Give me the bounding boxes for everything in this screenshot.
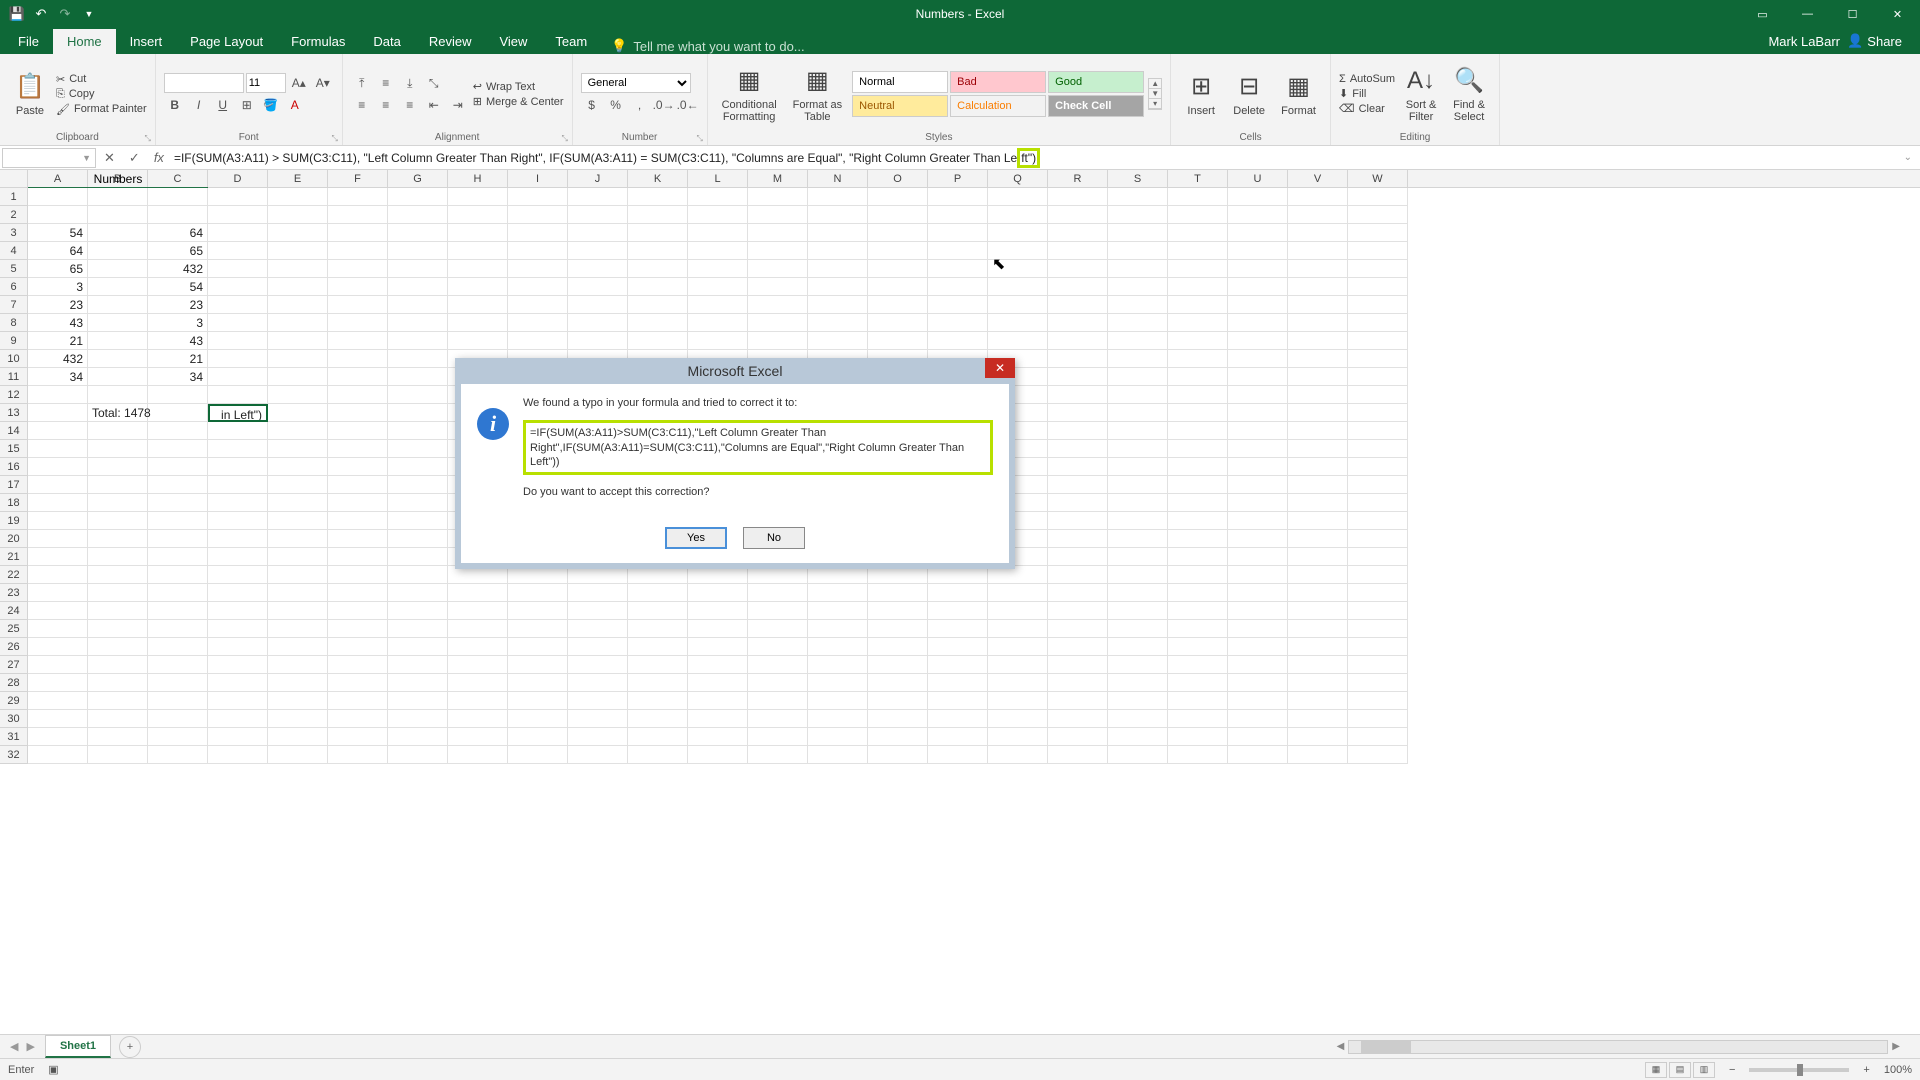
typo-correction-dialog: Microsoft Excel ✕ i We found a typo in y… [455, 358, 1015, 569]
modal-overlay: Microsoft Excel ✕ i We found a typo in y… [0, 0, 1920, 1080]
dialog-close-button[interactable]: ✕ [985, 358, 1015, 378]
dialog-title: Microsoft Excel [688, 363, 783, 379]
dialog-titlebar: Microsoft Excel ✕ [455, 358, 1015, 384]
no-button[interactable]: No [743, 527, 805, 549]
dialog-message-2: Do you want to accept this correction? [523, 485, 993, 499]
yes-button[interactable]: Yes [665, 527, 727, 549]
mouse-cursor: ⬉ [992, 254, 1005, 274]
dialog-message-1: We found a typo in your formula and trie… [523, 396, 993, 410]
info-icon: i [477, 408, 509, 440]
dialog-corrected-formula: =IF(SUM(A3:A11)>SUM(C3:C11),"Left Column… [523, 420, 993, 475]
